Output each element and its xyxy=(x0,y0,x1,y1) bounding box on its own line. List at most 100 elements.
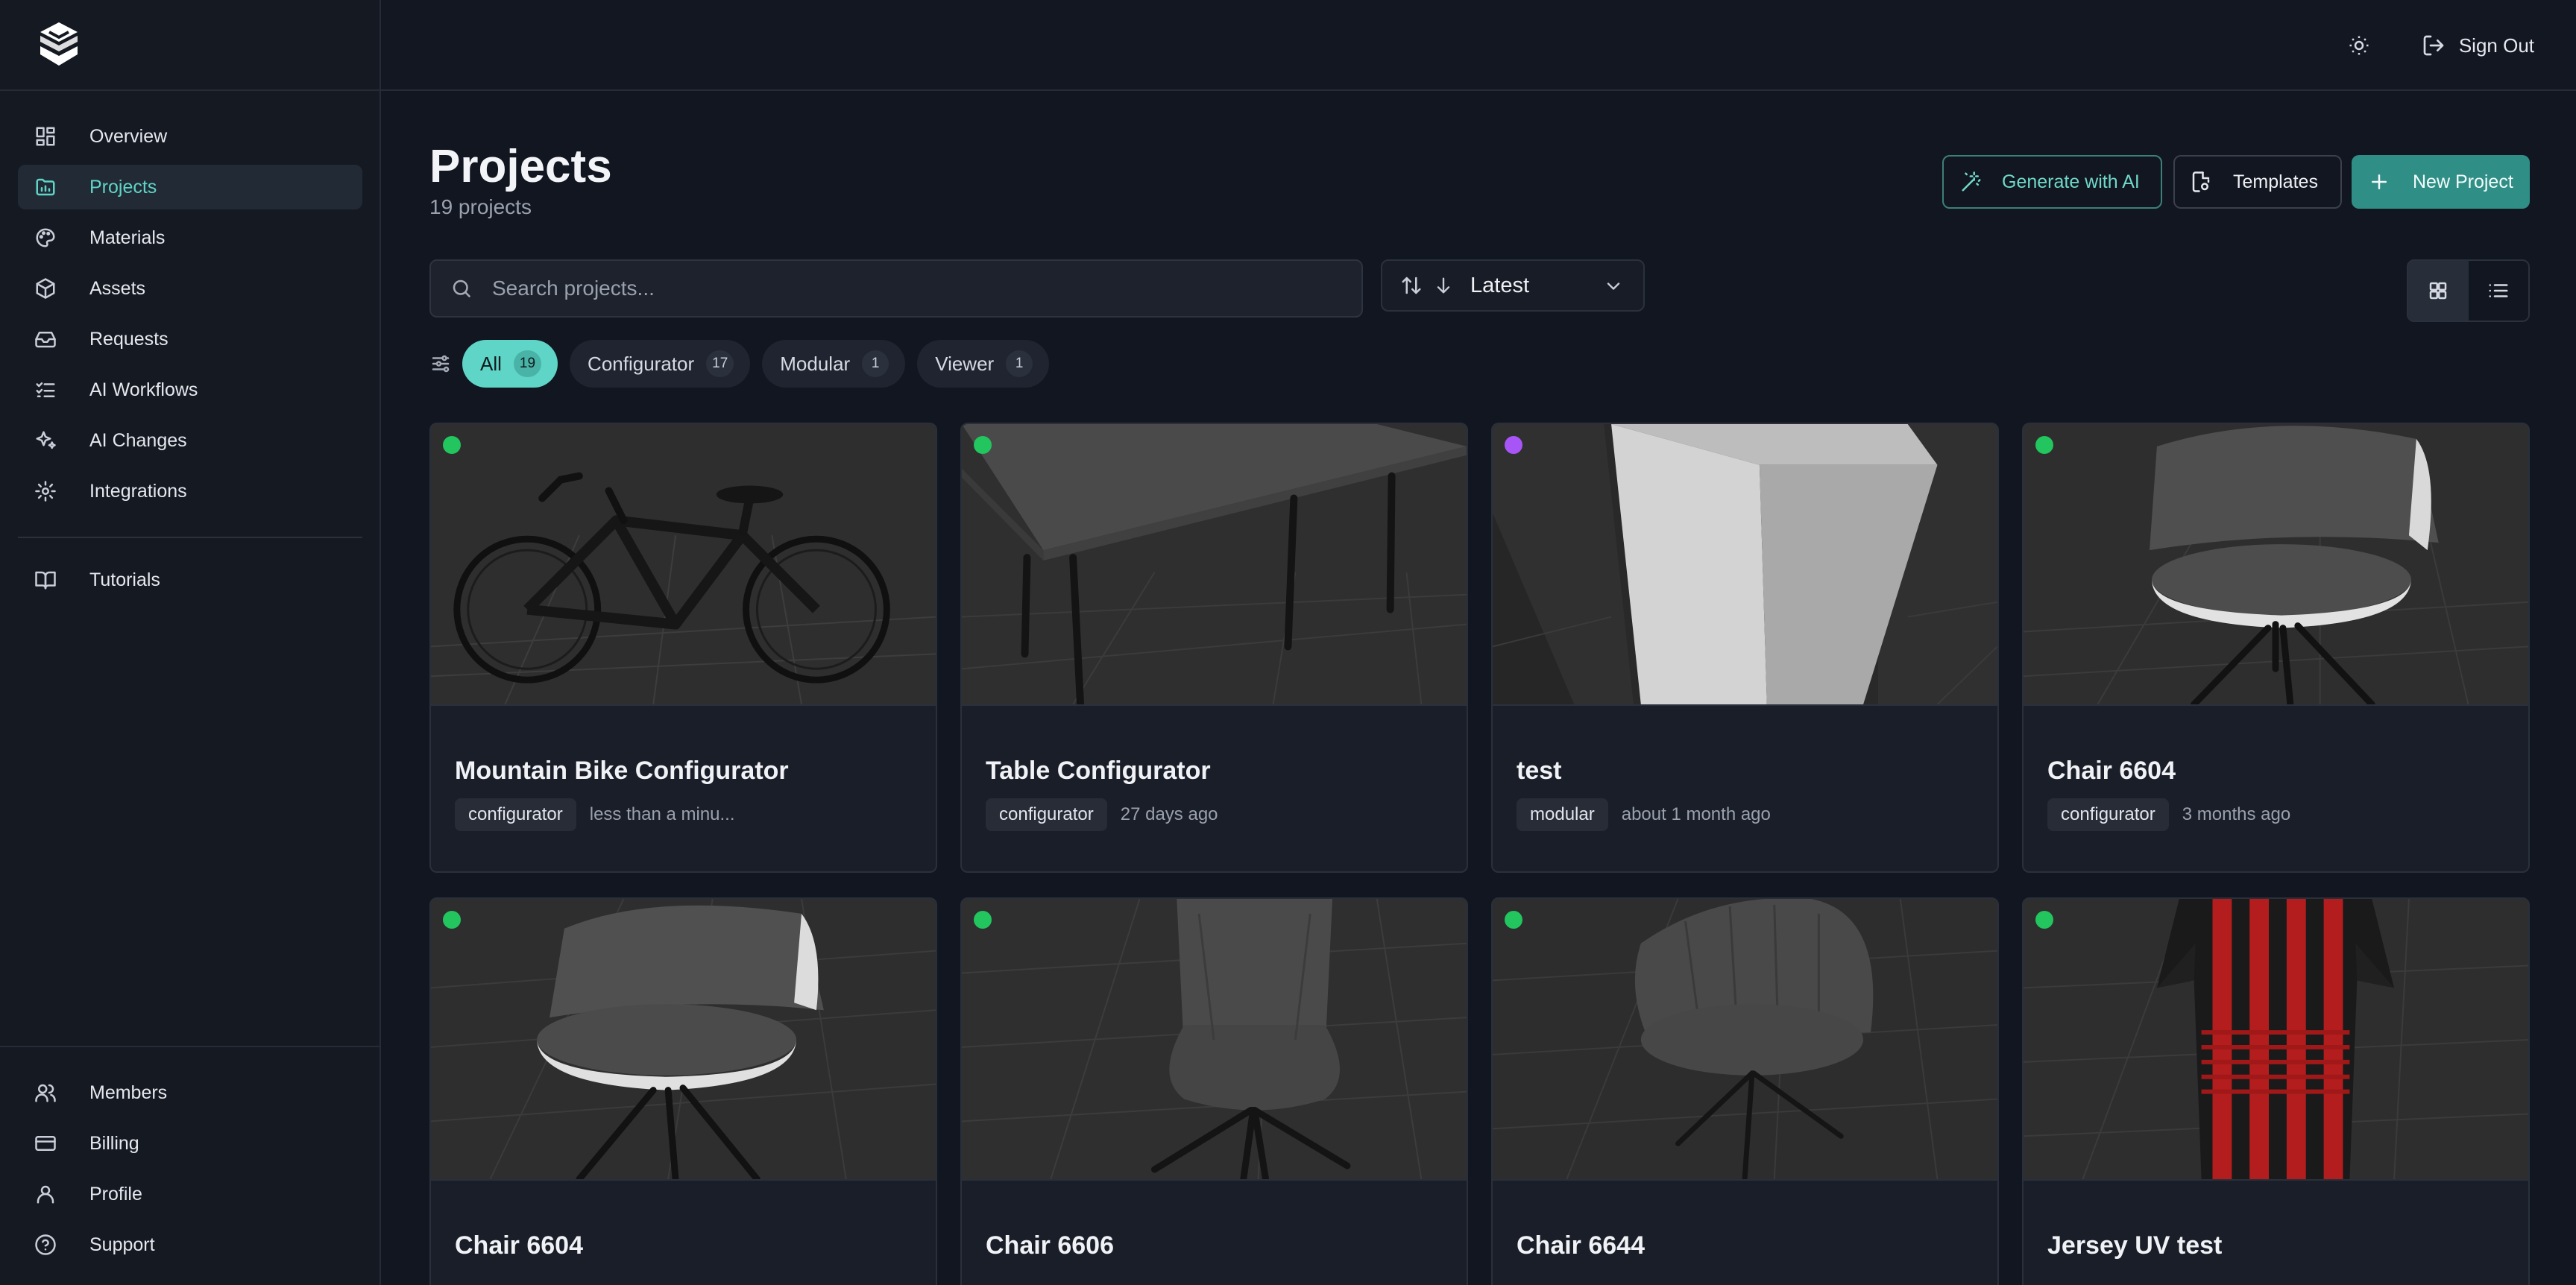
sidebar-item-label: Materials xyxy=(89,227,166,248)
sidebar-item-label: Overview xyxy=(89,125,168,147)
sidebar-item-projects[interactable]: Projects xyxy=(18,165,362,209)
project-card[interactable]: Chair 6604 xyxy=(429,897,937,1285)
list-view-button[interactable] xyxy=(2469,261,2529,321)
filter-chip-viewer[interactable]: Viewer 1 xyxy=(917,340,1050,388)
sidebar-item-integrations[interactable]: Integrations xyxy=(18,469,362,514)
filter-chip-modular[interactable]: Modular 1 xyxy=(762,340,906,388)
new-project-label: New Project xyxy=(2413,171,2513,192)
logo-icon[interactable] xyxy=(34,19,84,69)
folder-chart-icon xyxy=(33,174,58,200)
sidebar-item-label: Tutorials xyxy=(89,569,160,590)
sidebar-item-tutorials[interactable]: Tutorials xyxy=(18,558,362,602)
templates-button[interactable]: Templates xyxy=(2173,155,2342,209)
project-thumbnail xyxy=(431,424,936,706)
sidebar-item-overview[interactable]: Overview xyxy=(18,114,362,159)
new-project-button[interactable]: New Project xyxy=(2352,155,2530,209)
sidebar-divider xyxy=(18,537,362,538)
sidebar-item-label: AI Changes xyxy=(89,429,187,451)
generate-with-ai-button[interactable]: Generate with AI xyxy=(1942,155,2162,209)
gear-icon xyxy=(33,479,58,504)
plus-icon xyxy=(2372,174,2387,189)
filter-chip-count: 19 xyxy=(513,350,542,377)
project-title: Chair 6606 xyxy=(986,1231,1114,1260)
project-card[interactable]: Mountain Bike Configurator configurator … xyxy=(429,423,937,873)
sort-select[interactable]: Latest xyxy=(1381,259,1645,312)
users-icon xyxy=(33,1080,58,1105)
help-circle-icon xyxy=(33,1232,58,1257)
search-bar xyxy=(429,259,1363,318)
sidebar-item-support[interactable]: Support xyxy=(18,1222,362,1267)
project-count: 19 projects xyxy=(429,195,532,218)
status-dot xyxy=(443,911,461,929)
user-icon xyxy=(33,1181,58,1207)
list-checks-icon xyxy=(33,377,58,402)
project-thumbnail xyxy=(1493,899,1997,1181)
sparkles-icon xyxy=(33,428,58,453)
project-title: Chair 6604 xyxy=(455,1231,583,1260)
project-thumbnail xyxy=(431,899,936,1181)
palette-icon xyxy=(33,225,58,250)
project-meta: configurator 27 days ago xyxy=(986,798,1218,831)
sidebar-item-label: Support xyxy=(89,1234,155,1255)
sidebar-item-requests[interactable]: Requests xyxy=(18,317,362,361)
sidebar-item-materials[interactable]: Materials xyxy=(18,215,362,260)
sign-out-label: Sign Out xyxy=(2458,34,2534,57)
theme-toggle-button[interactable] xyxy=(2340,27,2378,64)
arrow-down-icon xyxy=(1437,277,1450,294)
sun-icon xyxy=(2349,36,2369,55)
sort-selected-value: Latest xyxy=(1470,273,1529,297)
project-card[interactable]: Chair 6644 xyxy=(1491,897,1999,1285)
sign-out-button[interactable]: Sign Out xyxy=(2422,27,2534,64)
project-title: Table Configurator xyxy=(986,757,1211,785)
status-dot xyxy=(2035,911,2053,929)
project-thumbnail xyxy=(2024,424,2528,706)
project-card[interactable]: Table Configurator configurator 27 days … xyxy=(960,423,1468,873)
sidebar-item-ai-workflows[interactable]: AI Workflows xyxy=(18,367,362,412)
project-title: Mountain Bike Configurator xyxy=(455,757,789,785)
filter-chip-label: Modular xyxy=(780,352,851,375)
project-type-tag: configurator xyxy=(455,798,576,831)
grid-view-button[interactable] xyxy=(2408,261,2469,321)
project-type-tag: modular xyxy=(1517,798,1608,831)
status-dot xyxy=(1505,911,1522,929)
box-icon xyxy=(33,276,58,301)
project-meta: configurator 3 months ago xyxy=(2047,798,2290,831)
sliders-icon[interactable] xyxy=(429,353,452,375)
sidebar-item-members[interactable]: Members xyxy=(18,1070,362,1115)
sidebar-item-ai-changes[interactable]: AI Changes xyxy=(18,418,362,463)
inbox-icon xyxy=(33,326,58,352)
log-out-icon xyxy=(2423,35,2444,56)
filter-chip-configurator[interactable]: Configurator 17 xyxy=(570,340,751,388)
project-thumbnail xyxy=(962,899,1467,1181)
project-updated-time: 3 months ago xyxy=(2182,804,2291,824)
project-card[interactable]: Chair 6604 configurator 3 months ago xyxy=(2022,423,2530,873)
search-input[interactable] xyxy=(492,277,1361,300)
project-card[interactable]: Chair 6606 xyxy=(960,897,1468,1285)
topbar: Sign Out xyxy=(381,0,2576,91)
file-template-icon xyxy=(2192,171,2210,192)
list-icon xyxy=(2489,284,2508,297)
layout-dashboard-icon xyxy=(33,124,58,149)
sidebar-item-assets[interactable]: Assets xyxy=(18,266,362,311)
project-card[interactable]: Jersey UV test xyxy=(2022,897,2530,1285)
sidebar-item-profile[interactable]: Profile xyxy=(18,1172,362,1216)
project-title: Chair 6644 xyxy=(1517,1231,1645,1260)
project-type-tag: configurator xyxy=(986,798,1107,831)
project-meta: modular about 1 month ago xyxy=(1517,798,1771,831)
project-updated-time: less than a minu... xyxy=(589,804,735,824)
sidebar-item-billing[interactable]: Billing xyxy=(18,1121,362,1166)
sidebar-secondary-nav: Tutorials xyxy=(18,558,362,608)
project-thumbnail xyxy=(1493,424,1997,706)
generate-with-ai-label: Generate with AI xyxy=(2002,171,2140,192)
project-title: Chair 6604 xyxy=(2047,757,2176,785)
filter-bar: All 19 Configurator 17 Modular 1 Viewer … xyxy=(429,340,1061,388)
filter-chip-all[interactable]: All 19 xyxy=(462,340,558,388)
templates-label: Templates xyxy=(2233,171,2318,192)
filter-chip-count: 1 xyxy=(862,350,889,377)
sidebar-item-label: Requests xyxy=(89,328,169,350)
chevron-down-icon xyxy=(1607,282,1620,290)
credit-card-icon xyxy=(33,1131,58,1156)
project-card[interactable]: test modular about 1 month ago xyxy=(1491,423,1999,873)
sidebar-item-label: Integrations xyxy=(89,480,187,502)
sidebar-nav: Overview Projects Materials Assets Reque… xyxy=(18,114,362,520)
